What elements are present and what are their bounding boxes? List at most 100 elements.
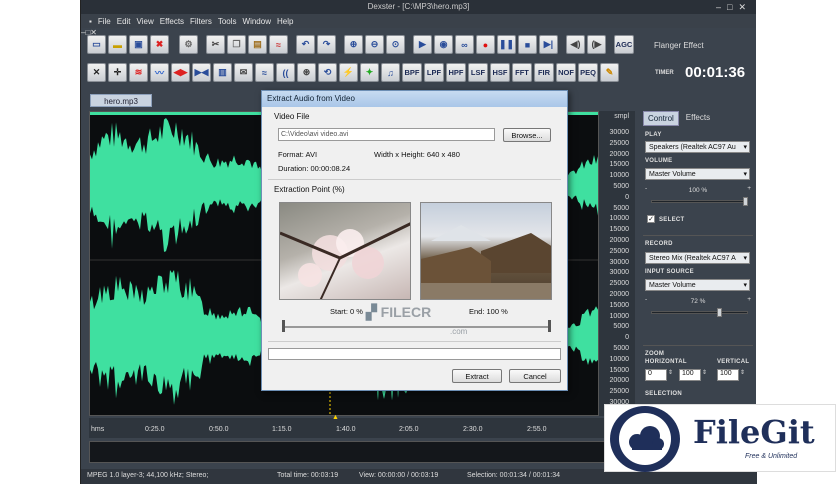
chorus-icon[interactable]: ⊛ <box>297 63 316 82</box>
spinner-icon[interactable]: ⇕ <box>702 369 707 376</box>
menu-effects[interactable]: Effects <box>160 17 184 26</box>
volume-max: + <box>747 185 751 192</box>
input-source-select[interactable]: Master Volume <box>645 279 750 291</box>
pitch-icon[interactable]: ⚡ <box>339 63 358 82</box>
cut-button[interactable]: ✂ <box>206 35 225 54</box>
timeline-tick: 1:40.0 <box>336 426 356 433</box>
mail-icon[interactable]: ✉ <box>234 63 253 82</box>
input-slider-thumb[interactable] <box>717 308 723 317</box>
peq-button[interactable]: PEQ <box>578 63 598 82</box>
paste-button[interactable]: ▤ <box>248 35 267 54</box>
menu-view[interactable]: View <box>137 17 154 26</box>
copy-button[interactable]: ❐ <box>227 35 246 54</box>
fft-button[interactable]: FFT <box>512 63 532 82</box>
ruler-tick: 25000 <box>609 388 629 396</box>
volume-slider[interactable] <box>651 200 748 203</box>
zoom-v-input[interactable]: 100 <box>717 369 739 381</box>
filecr-icon: ▞ <box>366 304 377 320</box>
speaker-left-icon[interactable]: ◀) <box>566 35 585 54</box>
tab-hero-mp3[interactable]: hero.mp3 <box>90 94 152 107</box>
reverb-icon[interactable]: (( <box>276 63 295 82</box>
loop-button[interactable]: ∞ <box>455 35 474 54</box>
select-checkbox[interactable]: ✓ <box>647 215 655 223</box>
expand-icon[interactable]: ✕ <box>87 63 106 82</box>
echo-icon[interactable]: ≈ <box>255 63 274 82</box>
tempo-icon[interactable]: ✦ <box>360 63 379 82</box>
music-icon[interactable]: ♫ <box>381 63 400 82</box>
start-frame-thumbnail <box>279 202 411 300</box>
zoom-out-button[interactable]: ⊖ <box>365 35 384 54</box>
spinner-icon[interactable]: ⇕ <box>668 369 673 376</box>
zoom-fit-button[interactable]: ⊙ <box>386 35 405 54</box>
spectrum-icon[interactable]: ▥ <box>213 63 232 82</box>
edit-icon[interactable]: ✎ <box>600 63 619 82</box>
video-path-input[interactable]: C:\Video\avi video.avi <box>278 128 495 141</box>
fir-button[interactable]: FIR <box>534 63 554 82</box>
tab-control[interactable]: Control <box>643 111 679 126</box>
fade-out-icon[interactable]: ▶◀ <box>192 63 211 82</box>
horizontal-scrollbar[interactable] <box>89 441 635 463</box>
lpf-button[interactable]: LPF <box>424 63 444 82</box>
normalize-icon[interactable]: 〰 <box>150 63 169 82</box>
amplify-icon[interactable]: ≋ <box>129 63 148 82</box>
collapse-icon[interactable]: ✛ <box>108 63 127 82</box>
settings-button[interactable]: ⚙ <box>179 35 198 54</box>
range-start-handle[interactable] <box>282 320 285 332</box>
zoom-h-end-input[interactable]: 100 <box>679 369 701 381</box>
play-selection-button[interactable]: ◉ <box>434 35 453 54</box>
zoom-vertical-label: VERTICAL <box>717 359 750 365</box>
undo-button[interactable]: ↶ <box>296 35 315 54</box>
nof-button[interactable]: NOF <box>556 63 576 82</box>
input-slider[interactable] <box>651 311 748 314</box>
zoom-in-button[interactable]: ⊕ <box>344 35 363 54</box>
mix-paste-button[interactable]: ≈ <box>269 35 288 54</box>
play-button[interactable]: ▶ <box>413 35 432 54</box>
menu-file[interactable]: File <box>98 17 111 26</box>
status-selection: Selection: 00:01:34 / 00:01:34 <box>467 472 561 479</box>
timeline-tick: 1:15.0 <box>272 426 292 433</box>
cancel-button[interactable]: Cancel <box>509 369 561 383</box>
ruler-tick: 25000 <box>609 139 629 147</box>
spinner-icon[interactable]: ⇕ <box>740 369 745 376</box>
hsf-button[interactable]: HSF <box>490 63 510 82</box>
lsf-button[interactable]: LSF <box>468 63 488 82</box>
filegit-tagline: Free & Unlimited <box>745 453 798 460</box>
menu-tools[interactable]: Tools <box>218 17 237 26</box>
playhead-marker-icon[interactable]: ▲ <box>332 414 339 421</box>
selection-label: SELECTION <box>645 391 683 397</box>
amplitude-ruler: smpl 30000 25000 20000 15000 10000 5000 0 5000 1… <box>599 111 635 416</box>
extraction-range-track[interactable] <box>284 326 548 328</box>
menu-help[interactable]: Help <box>277 17 293 26</box>
range-end-handle[interactable] <box>548 320 551 332</box>
reverse-icon[interactable]: ⟲ <box>318 63 337 82</box>
window-controls[interactable]: –□✕ <box>716 0 752 14</box>
volume-select[interactable]: Master Volume <box>645 168 750 180</box>
hpf-button[interactable]: HPF <box>446 63 466 82</box>
browse-button[interactable]: Browse... <box>503 128 551 142</box>
close-button[interactable]: ✖ <box>150 35 169 54</box>
extract-button[interactable]: Extract <box>452 369 502 383</box>
new-file-button[interactable]: ▭ <box>87 35 106 54</box>
record-button[interactable]: ● <box>476 35 495 54</box>
next-button[interactable]: ▶| <box>539 35 558 54</box>
menu-window[interactable]: Window <box>243 17 271 26</box>
stop-button[interactable]: ■ <box>518 35 537 54</box>
fade-icon[interactable]: ◀▶ <box>171 63 190 82</box>
speaker-right-icon[interactable]: (▶ <box>587 35 606 54</box>
pause-button[interactable]: ❚❚ <box>497 35 516 54</box>
record-device-select[interactable]: Stereo Mix (Realtek AC97 A <box>645 252 750 264</box>
tab-effects[interactable]: Effects <box>682 111 714 126</box>
agc-button[interactable]: AGC <box>614 35 634 54</box>
menu-filters[interactable]: Filters <box>190 17 212 26</box>
menu-edit[interactable]: Edit <box>117 17 131 26</box>
app-icon[interactable]: ▪ <box>89 17 92 26</box>
volume-slider-thumb[interactable] <box>743 197 748 206</box>
open-file-button[interactable]: ▬ <box>108 35 127 54</box>
play-device-select[interactable]: Speakers (Realtek AC97 Au <box>645 141 750 153</box>
zoom-h-start-input[interactable]: 0 <box>645 369 667 381</box>
save-button[interactable]: ▣ <box>129 35 148 54</box>
redo-button[interactable]: ↷ <box>317 35 336 54</box>
divider <box>643 345 753 346</box>
ruler-tick: 30000 <box>609 129 629 136</box>
bpf-button[interactable]: BPF <box>402 63 422 82</box>
